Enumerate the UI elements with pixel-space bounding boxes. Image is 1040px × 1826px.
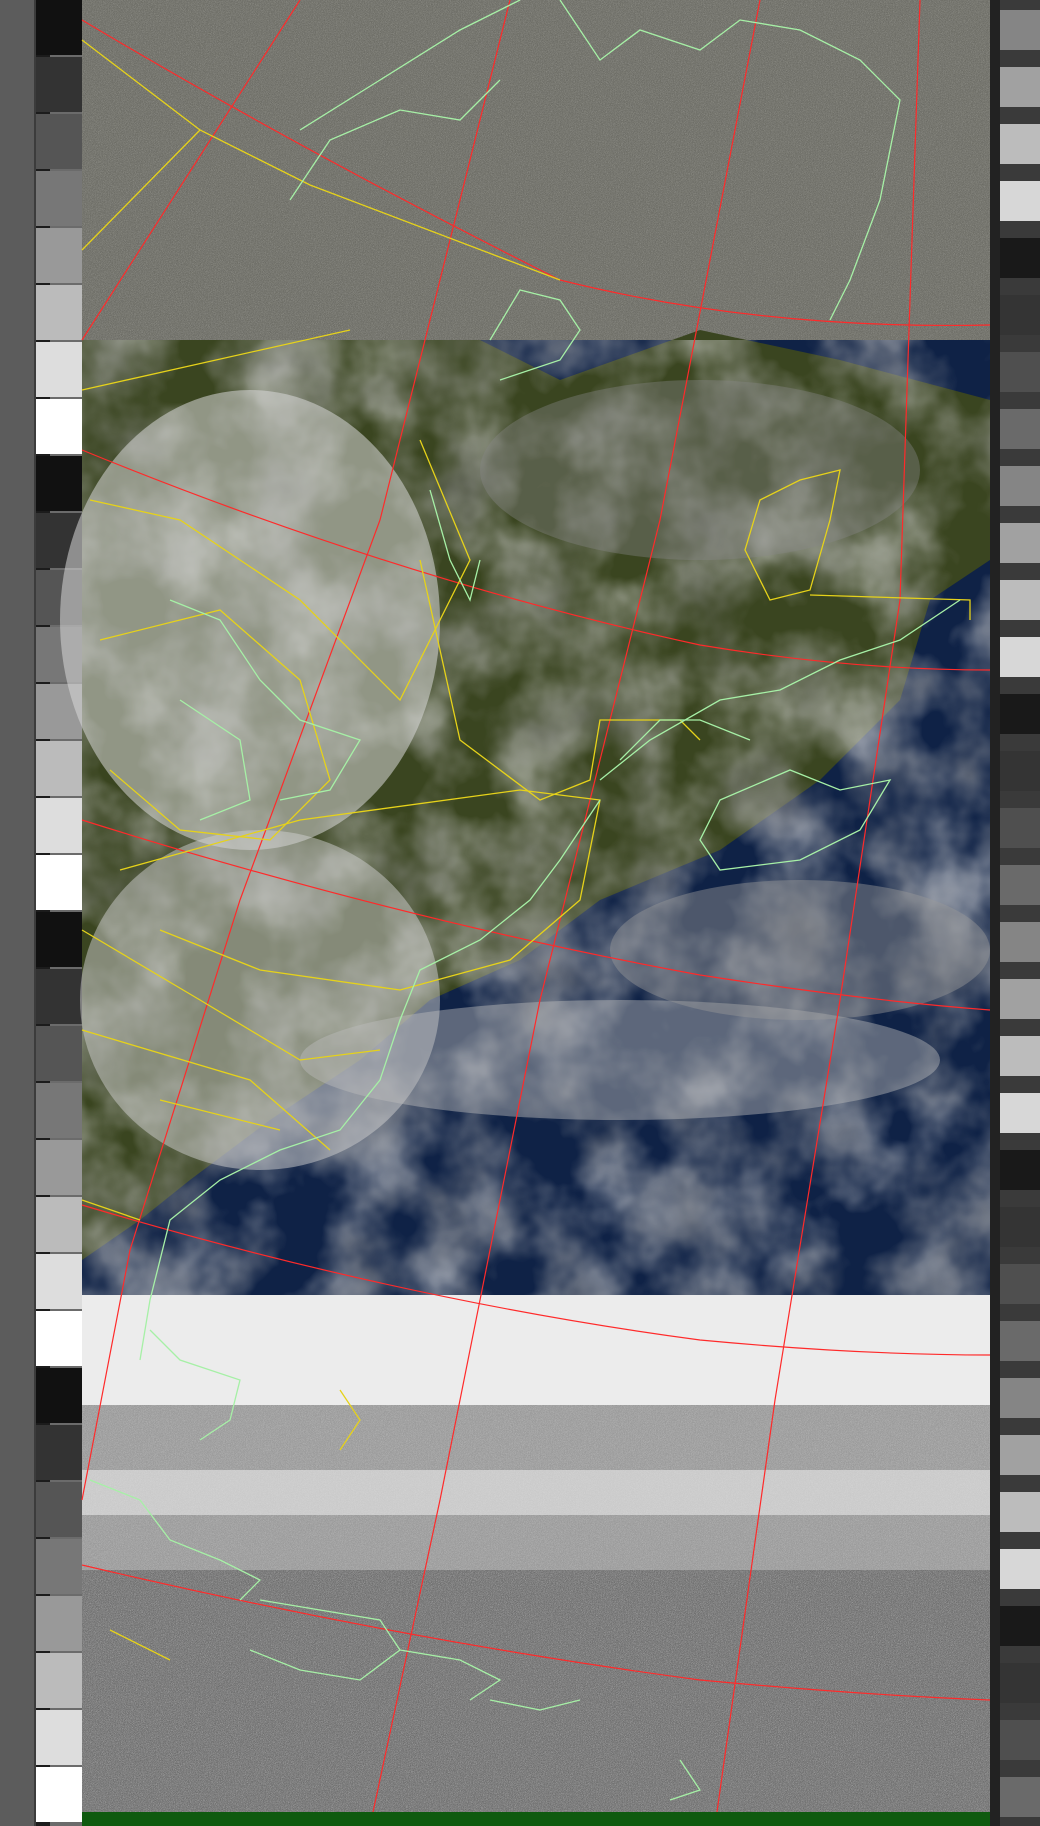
calibration-step [36, 114, 82, 169]
calibration-step [1000, 580, 1040, 620]
calibration-step [1000, 1378, 1040, 1418]
calibration-step [36, 228, 82, 283]
calibration-step [36, 1026, 82, 1081]
calibration-step [1000, 808, 1040, 848]
streak-band [82, 1405, 990, 1570]
calibration-step [1000, 979, 1040, 1019]
calibration-step [1000, 1606, 1040, 1646]
calibration-step [1000, 922, 1040, 962]
calibration-step [1000, 865, 1040, 905]
clear-band [82, 1295, 990, 1405]
calibration-step [36, 342, 82, 397]
calibration-step [36, 1311, 82, 1366]
calibration-step [1000, 1036, 1040, 1076]
calibration-step [36, 1482, 82, 1537]
calibration-step [1000, 238, 1040, 278]
calibration-step [1000, 1150, 1040, 1190]
calibration-step [36, 798, 82, 853]
calibration-step [36, 1254, 82, 1309]
calibration-step [36, 1596, 82, 1651]
calibration-step [1000, 409, 1040, 449]
calibration-step [36, 969, 82, 1024]
calibration-step [1000, 1435, 1040, 1475]
right-calibration-strip [990, 0, 1040, 1826]
upper-noise-region [82, 0, 990, 360]
calibration-step [1000, 1720, 1040, 1760]
calibration-step [36, 399, 82, 454]
bottom-status-strip [82, 1812, 990, 1826]
calibration-step [36, 855, 82, 910]
calibration-step [1000, 466, 1040, 506]
main-scene [60, 330, 990, 1295]
calibration-step [1000, 295, 1040, 335]
calibration-step [36, 1368, 82, 1423]
calibration-step [36, 1083, 82, 1138]
calibration-step [36, 171, 82, 226]
calibration-step [1000, 1663, 1040, 1703]
calibration-step [1000, 352, 1040, 392]
calibration-step [36, 1710, 82, 1765]
calibration-step [36, 1425, 82, 1480]
calibration-step [1000, 694, 1040, 734]
left-calibration-strip [0, 0, 82, 1826]
calibration-step [1000, 124, 1040, 164]
calibration-step [1000, 67, 1040, 107]
satellite-image [0, 0, 1040, 1826]
calibration-step [1000, 1492, 1040, 1532]
calibration-step [1000, 10, 1040, 50]
calibration-step [36, 456, 82, 511]
calibration-step [1000, 751, 1040, 791]
calibration-step [1000, 1093, 1040, 1133]
calibration-step [36, 1653, 82, 1708]
calibration-step [1000, 1321, 1040, 1361]
calibration-step [36, 1767, 82, 1822]
calibration-step [1000, 523, 1040, 563]
calibration-step [1000, 181, 1040, 221]
calibration-step [36, 0, 82, 55]
calibration-step [1000, 1264, 1040, 1304]
calibration-step [1000, 1777, 1040, 1817]
calibration-step [36, 1197, 82, 1252]
calibration-step [36, 1140, 82, 1195]
calibration-step [36, 912, 82, 967]
calibration-step [36, 1539, 82, 1594]
calibration-step [36, 57, 82, 112]
calibration-step [36, 285, 82, 340]
calibration-step [1000, 1549, 1040, 1589]
calibration-step [36, 741, 82, 796]
calibration-step [1000, 637, 1040, 677]
calibration-step [1000, 1207, 1040, 1247]
